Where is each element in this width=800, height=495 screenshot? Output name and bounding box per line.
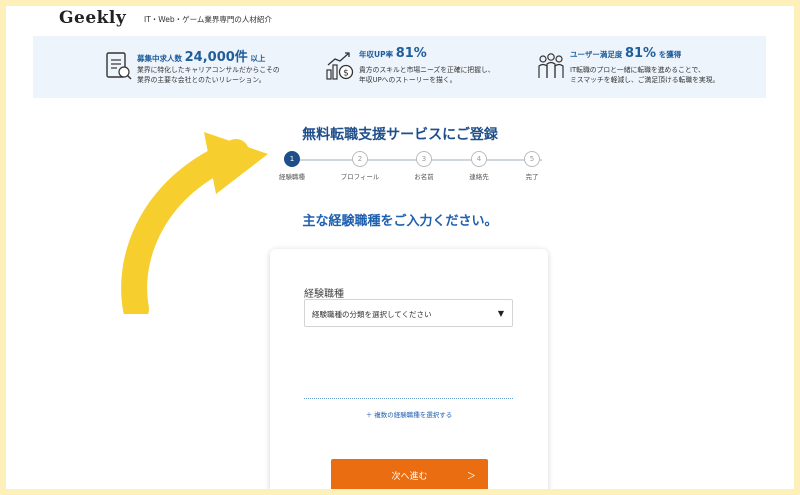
money-growth-icon: $ — [326, 52, 354, 80]
stat-description: 貴方のスキルと市場ニーズを正確に把握し、 年収UPへのストーリーを描く。 — [359, 66, 495, 84]
job-category-label: 経験職種 — [304, 289, 344, 300]
job-category-select[interactable]: 経験職種の分類を選択してください ▼ — [304, 299, 513, 327]
select-value: 経験職種の分類を選択してください — [312, 310, 432, 319]
stat-description: IT転職のプロと一緒に転職を進めることで、 ミスマッチを軽減し、ご満足頂ける転職を… — [570, 66, 720, 84]
chevron-right-icon: ＞ — [466, 472, 476, 482]
next-button-label: 次へ進む — [391, 472, 428, 482]
stat-headline: 年収UP率 81% — [359, 46, 427, 61]
svg-text:$: $ — [343, 69, 349, 79]
form-title: 無料転職支援サービスにご登録 — [302, 127, 498, 143]
progress-steps: 1 経験職種 2 プロフィール 3 お名前 4 連絡先 5 完了 — [272, 151, 562, 191]
stat-headline: ユーザー満足度 81% を獲得 — [570, 46, 682, 61]
step-3: 3 お名前 — [394, 151, 454, 181]
caret-down-icon: ▼ — [497, 309, 504, 318]
site-tagline: IT・Web・ゲーム業界専門の人材紹介 — [144, 15, 272, 24]
next-button[interactable]: 次へ進む ＞ — [331, 459, 488, 489]
step-5: 5 完了 — [502, 151, 562, 181]
document-list-icon — [106, 52, 132, 80]
stat-headline: 募集中求人数 24,000件 以上 — [137, 50, 266, 65]
divider — [304, 398, 513, 399]
question-heading: 主な経験職種をご入力ください。 — [302, 214, 498, 229]
stat-description: 業界に特化したキャリアコンサルだからこその 業界の主要な会社とのたいリレーション。 — [137, 66, 280, 84]
add-multiple-jobs-link[interactable]: ＋ 複数の経験職種を選択する — [270, 409, 548, 419]
page-frame: Geekly IT・Web・ゲーム業界専門の人材紹介 募集中求人数 24,000… — [6, 6, 794, 489]
geekly-logo[interactable]: Geekly — [59, 8, 126, 28]
step-4: 4 連絡先 — [449, 151, 509, 181]
site-header: Geekly IT・Web・ゲーム業界専門の人材紹介 — [6, 6, 794, 34]
stats-band: 募集中求人数 24,000件 以上 業界に特化したキャリアコンサルだからこその業… — [33, 36, 766, 98]
form-card: 経験職種 経験職種の分類を選択してください ▼ ＋ 複数の経験職種を選択する 次… — [270, 249, 548, 489]
step-1: 1 経験職種 — [262, 151, 322, 181]
users-group-icon — [538, 53, 564, 78]
step-2: 2 プロフィール — [330, 151, 390, 181]
